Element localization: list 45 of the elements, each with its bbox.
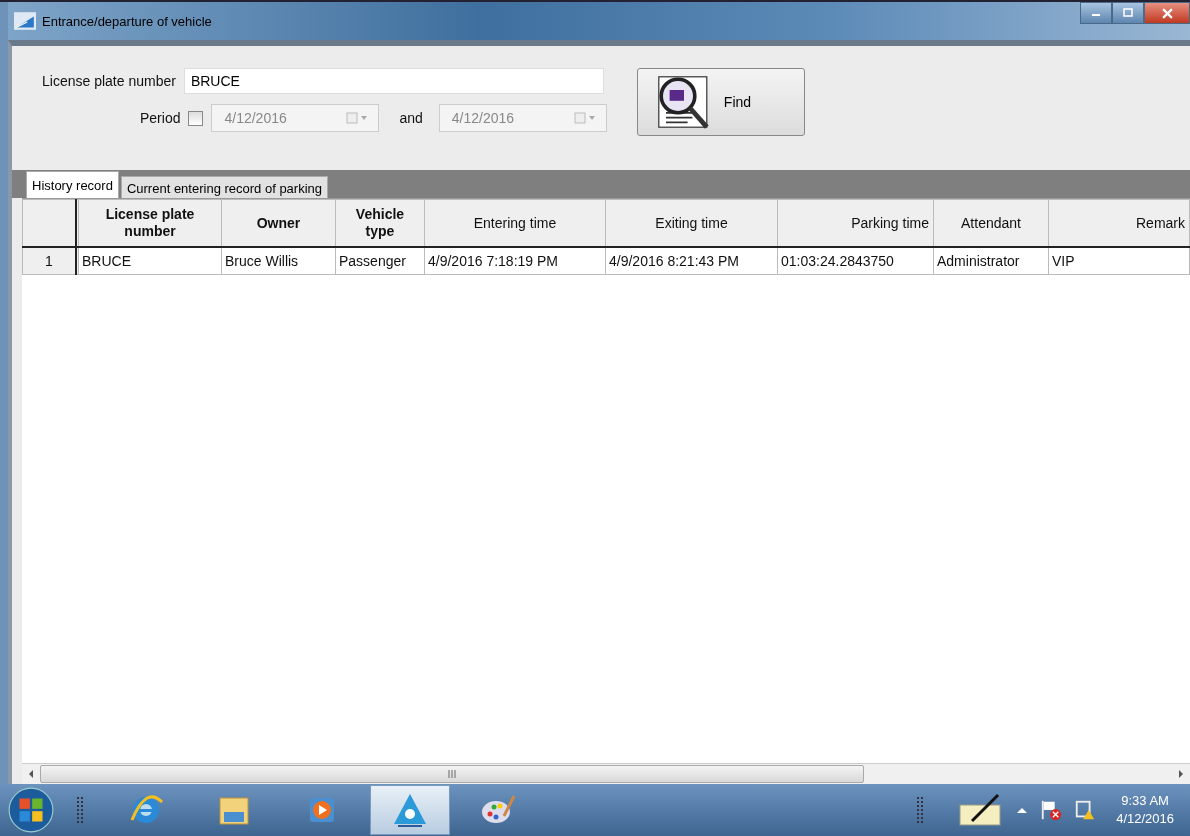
plate-input-field[interactable]: BRUCE [183, 68, 604, 94]
column-header[interactable]: Exiting time [605, 199, 778, 247]
column-header[interactable]: Entering time [424, 199, 606, 247]
table-cell: VIP [1048, 247, 1190, 275]
column-header[interactable]: Attendant [933, 199, 1049, 247]
taskbar-grip-icon [76, 795, 84, 825]
period-checkbox[interactable] [188, 110, 204, 126]
close-icon [1161, 7, 1173, 19]
chart-icon [14, 12, 36, 30]
column-header[interactable]: License plate number [78, 199, 222, 247]
table-cell: Passenger [335, 247, 425, 275]
grid-corner [22, 199, 76, 247]
close-button[interactable] [1144, 2, 1190, 24]
taskbar-grip-icon [916, 795, 925, 825]
network-warning-icon[interactable] [1074, 799, 1097, 821]
tab[interactable]: Current entering record of parking [120, 176, 329, 198]
tab[interactable]: History record [26, 171, 119, 198]
window-title: Entrance/departure of vehicle [42, 13, 212, 29]
calendar-dropdown-icon [573, 112, 598, 124]
table-cell: Administrator [933, 247, 1049, 275]
maximize-button[interactable] [1112, 2, 1144, 24]
table-cell: BRUCE [78, 247, 222, 275]
maximize-icon [1123, 8, 1133, 18]
field-label: License plate number [42, 73, 176, 89]
column-header[interactable]: Parking time [777, 199, 934, 247]
column-header[interactable]: Remark [1048, 199, 1190, 247]
show-hidden-icons-icon[interactable] [1016, 806, 1029, 814]
horizontal-scrollbar[interactable] [22, 763, 1190, 784]
column-header[interactable]: Vehicle type [335, 199, 425, 247]
clock-date[interactable]: 4/12/2016 [1116, 810, 1174, 828]
taskbar-button[interactable] [370, 785, 450, 835]
table-cell: 4/9/2016 7:18:19 PM [424, 247, 606, 275]
minimize-button[interactable] [1080, 2, 1112, 24]
table-cell: 4/9/2016 8:21:43 PM [605, 247, 778, 275]
row-header[interactable]: 1 [22, 247, 76, 275]
table-cell: Bruce Willis [221, 247, 336, 275]
clock-time[interactable]: 9:33 AM [1121, 792, 1169, 810]
field-label: Period [140, 110, 181, 126]
start-button[interactable] [8, 787, 54, 833]
flag-error-icon[interactable] [1040, 799, 1063, 821]
find-button[interactable]: Find [636, 68, 805, 136]
column-header[interactable]: Owner [221, 199, 336, 247]
field-label: and [399, 110, 423, 126]
scrollbar-thumb[interactable] [40, 765, 864, 783]
table-cell: 01:03:24.2843750 [777, 247, 934, 275]
